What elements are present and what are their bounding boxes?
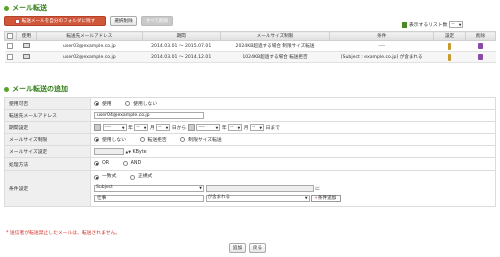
header-settings: 設定 xyxy=(433,31,467,41)
stepper-icon[interactable]: ▲▼ xyxy=(126,150,131,154)
add-condition-button[interactable]: +条件追加 xyxy=(311,194,342,202)
section-dot-icon xyxy=(4,5,9,11)
edit-icon[interactable] xyxy=(448,42,452,50)
trash-icon[interactable] xyxy=(478,53,483,60)
row-condition: [Subject : example.co.jp] が含まれる xyxy=(329,51,434,63)
size-reject-option[interactable]: 転送拒否 xyxy=(139,136,167,143)
end-month-select[interactable]: -- ▼ xyxy=(228,124,243,131)
period-label: 期間設定 xyxy=(4,121,91,134)
size-label: メールサイズ制限 xyxy=(4,133,91,146)
method-label: 処理方法 xyxy=(4,157,91,171)
header-select-all[interactable] xyxy=(4,31,17,41)
match-option[interactable]: 一致式 xyxy=(94,172,116,182)
method-or-option[interactable]: OR xyxy=(94,160,109,166)
per-page-control: 表示するリスト数 -- ▼ xyxy=(402,21,464,28)
row-checkbox[interactable] xyxy=(7,53,14,60)
table-header-row: 使用 転送先メールアドレス 期間 メールサイズ制限 条件 設定 削除 xyxy=(4,31,496,41)
header-condition: 条件 xyxy=(329,31,435,41)
table-row: user03@example.co.jp 2014.03.01 ～ 2015.0… xyxy=(4,40,496,52)
end-day-select[interactable]: -- ▼ xyxy=(250,124,265,131)
enable-on-option[interactable]: 使用 xyxy=(94,100,112,107)
list-icon xyxy=(402,21,407,28)
condition-label: 条件設定 xyxy=(4,170,91,207)
delete-all-button[interactable]: すべて削除 xyxy=(141,16,173,26)
selected-delete-button[interactable]: 選択削除 xyxy=(110,16,137,26)
header-delete: 削除 xyxy=(465,31,496,41)
forward-warning-text: * 送信者が転送禁止したメールは、転送されません。 xyxy=(6,231,121,236)
size-input[interactable] xyxy=(94,148,124,155)
per-page-select[interactable]: -- ▼ xyxy=(449,21,464,28)
header-email[interactable]: 転送先メールアドレス xyxy=(35,31,143,41)
folder-icon xyxy=(14,18,20,24)
row-checkbox[interactable] xyxy=(7,42,14,49)
keep-copy-button[interactable]: 転送メールを自分のフォルダに残す xyxy=(4,16,106,26)
end-year-select[interactable]: ---- ▼ xyxy=(196,124,221,131)
table-row: user02@example.co.jp 2014.03.01 ～ 2014.1… xyxy=(4,51,496,63)
forward-section-title: メール転送 xyxy=(4,3,47,13)
field-select[interactable]: Subject ▼ xyxy=(94,184,204,192)
select-all-checkbox[interactable] xyxy=(7,32,14,39)
start-month-select[interactable]: -- ▼ xyxy=(134,124,149,131)
add-button[interactable]: 追加 xyxy=(229,243,246,253)
chevron-down-icon: ▼ xyxy=(199,186,202,190)
match-type-select[interactable]: が含まれる ▼ xyxy=(205,194,310,202)
enable-label: 使用可否 xyxy=(4,97,91,110)
row-email-link[interactable]: user02@example.co.jp xyxy=(36,51,143,63)
form-row-period: 期間設定 ---- ▼ 年 -- ▼ 月 -- ▼ 日から ---- ▼ 年 -- ▼ 月… xyxy=(4,121,496,134)
header-size-limit: メールサイズ制限 xyxy=(219,31,331,41)
start-day-select[interactable]: -- ▼ xyxy=(156,124,171,131)
add-section-title: メール転送の追加 xyxy=(4,84,68,94)
form-row-method: 処理方法 OR AND xyxy=(4,157,496,171)
row-size-limit: 1024KB超過する場合 転送拒否 xyxy=(220,51,330,63)
mail-icon xyxy=(22,54,30,59)
enable-off-option[interactable]: 使用しない xyxy=(125,100,157,107)
size-limit-option[interactable]: 制限サイズ転送 xyxy=(180,136,222,143)
condition-value-input[interactable] xyxy=(205,184,314,192)
section-dot-icon xyxy=(4,86,9,92)
form-row-enable: 使用可否 使用 使用しない xyxy=(4,97,496,110)
calendar-end-icon[interactable] xyxy=(187,124,195,131)
row-size-limit: 2024KB超過する場合 制限サイズ転送 xyxy=(220,40,330,52)
row-period: 2014.03.01 ～ 2014.12.01 xyxy=(142,51,221,63)
form-row-size: メールサイズ制限 使用しない 転送拒否 制限サイズ転送 xyxy=(4,133,496,146)
regex-option[interactable]: 正規式 xyxy=(129,172,152,182)
form-row-condition: 条件設定 一致式 正規式 Subject ▼ に 仕事 が含まれる ▼ +条件追加 xyxy=(4,170,496,207)
form-row-address: 転送先メールアドレス user04@example.co.jp xyxy=(4,109,496,122)
add-form: 使用可否 使用 使用しない 転送先メールアドレス user04@example.… xyxy=(4,97,496,207)
row-email-link[interactable]: user03@example.co.jp xyxy=(36,40,143,52)
radio-off[interactable] xyxy=(125,100,131,106)
header-use: 使用 xyxy=(15,31,37,41)
calendar-start-icon[interactable] xyxy=(94,124,101,131)
header-period: 期間 xyxy=(141,31,221,41)
forward-list-table: 使用 転送先メールアドレス 期間 メールサイズ制限 条件 設定 削除 user0… xyxy=(4,31,496,63)
start-year-select[interactable]: ---- ▼ xyxy=(102,124,127,131)
chevron-down-icon: ▼ xyxy=(458,22,462,27)
size-none-option[interactable]: 使用しない xyxy=(94,136,126,143)
back-button[interactable]: 戻る xyxy=(249,243,266,253)
radio-on[interactable] xyxy=(94,100,99,106)
size-setting-label: メールサイズ設定 xyxy=(4,145,91,158)
trash-icon[interactable] xyxy=(478,42,483,49)
address-label: 転送先メールアドレス xyxy=(4,109,91,122)
row-period: 2014.03.01 ～ 2015.07.01 xyxy=(142,40,221,52)
form-row-size-setting: メールサイズ設定 ▲▼ KByte xyxy=(4,145,496,158)
address-input[interactable]: user04@example.co.jp xyxy=(94,112,204,119)
method-and-option[interactable]: AND xyxy=(122,160,141,166)
keyword-input[interactable]: 仕事 xyxy=(94,194,204,202)
mail-icon xyxy=(22,43,30,48)
row-condition: ---- xyxy=(329,40,434,52)
edit-icon[interactable] xyxy=(448,53,452,61)
